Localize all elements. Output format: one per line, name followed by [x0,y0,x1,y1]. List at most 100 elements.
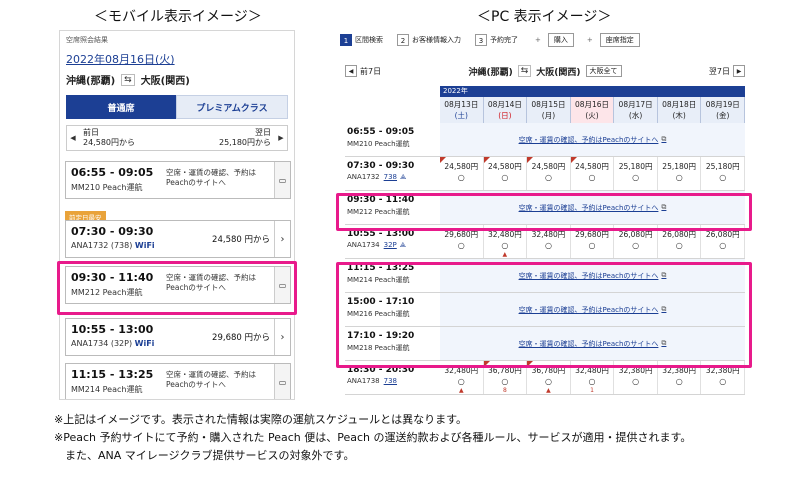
next-week-button[interactable]: 翌7日 ▶ [709,65,745,77]
external-link-icon[interactable]: ▭ [274,162,290,198]
fare-cell[interactable]: 32,480円 ○ ▲ [484,225,528,258]
flight-time: 18:30 - 20:30 [347,365,415,375]
discount-flag-icon [527,361,534,367]
fare-cell[interactable]: 32,380円 ○ [658,361,702,394]
plus-sign: + [535,36,541,44]
fare-cell[interactable]: 26,080円 ○ [701,225,746,258]
tab-premium[interactable]: プレミアムクラス [176,95,288,119]
flight-row: 15:00 - 17:10 MM216 Peach運航 空席・運賃の確認、予約はPe… [345,293,745,327]
external-link-icon: ⧉ [661,305,667,313]
fare-price: 36,780円 [531,366,566,375]
discount-flag-icon [570,157,577,163]
aircraft-link[interactable]: 32P [384,241,397,249]
fare-price: 25,180円 [662,162,697,171]
external-link-icon[interactable]: ▭ [274,267,290,303]
fare-price: 29,680円 [575,230,609,239]
swap-icon[interactable]: ⇆ [517,65,532,77]
mobile-destination: 大阪(関西) [140,76,190,87]
date-header-cell[interactable]: 08月13日 (土) [440,97,484,123]
availability-icon: ○ [501,241,509,250]
chevron-right-icon[interactable]: › [274,319,290,355]
mobile-date-link[interactable]: 2022年08月16日(火) [66,51,288,67]
flight-card[interactable]: 06:55 - 09:05 MM210 Peach運航 空席・運賃の確認、予約は… [65,161,291,199]
date-header-cell[interactable]: 08月17日 (水) [614,97,658,123]
fare-cell[interactable]: 25,180円 ○ [658,157,702,190]
seat-remaining: 1 [590,387,594,394]
fare-cell[interactable]: 24,580円 ○ [527,157,571,190]
peach-link[interactable]: 空席・運賃の確認、予約はPeachのサイトへ ⧉ [440,327,745,360]
flight-row-header: 17:10 - 19:20 MM218 Peach運航 [345,327,440,360]
aircraft-link[interactable]: 738 [384,173,397,181]
date-header-cell[interactable]: 08月14日 (日) [483,97,528,123]
availability-icon: ○ [501,377,509,386]
fare-price: 29,680円 [444,230,479,239]
year-bar: 2022年 [440,86,745,97]
flight-number: MM210 Peach運航 [347,140,410,148]
fare-cell[interactable]: 32,480円 ○ [527,225,571,258]
flight-time: 17:10 - 19:20 [347,331,415,341]
flight-card[interactable]: 07:30 - 09:30 ANA1732 (738) WiFi 24,580 … [65,220,291,258]
availability-icon: ○ [544,377,552,386]
peach-link[interactable]: 空席・運賃の確認、予約はPeachのサイトへ ⧉ [440,259,745,292]
peach-link[interactable]: 空席・運賃の確認、予約はPeachのサイトへ ⧉ [440,123,745,156]
availability-icon: ○ [588,241,596,250]
mobile-screen: 空席照会結果 2022年08月16日(火) 沖縄(那覇) ⇆ 大阪(関西) 普通… [59,30,295,400]
chevron-right-icon[interactable]: › [274,221,290,257]
flight-card[interactable]: 10:55 - 13:00 ANA1734 (32P) WiFi 29,680 … [65,318,291,356]
fare-cell[interactable]: 32,380円 ○ [614,361,658,394]
external-link-icon[interactable]: ▭ [274,364,290,399]
availability-icon: ○ [719,241,727,250]
date-label: 08月16日 [574,100,610,109]
prev-day-button[interactable]: 前日 24,580円から [79,128,177,147]
mobile-subtitle: 空席照会結果 [66,36,108,44]
step-seat: 座席指定 [599,33,640,47]
discount-flag-icon [527,157,534,163]
fare-cell[interactable]: 36,780円 ○ ▲ [527,361,571,394]
weekday-label: (月) [541,111,556,120]
fare-cell[interactable]: 36,780円 ○ 8 [483,361,528,394]
swap-icon[interactable]: ⇆ [121,73,135,86]
fare-cell[interactable]: 32,380円 ○ [701,361,746,394]
aircraft-link[interactable]: 738 [384,377,397,385]
fare-cell[interactable]: 25,180円 ○ [614,157,658,190]
date-header-cell[interactable]: 08月16日 (火) [570,97,615,123]
fare-cell[interactable]: 29,680円 ○ [571,225,615,258]
fare-cell[interactable]: 26,080円 ○ [658,225,702,258]
prev-week-button[interactable]: ◀ 前7日 [345,65,381,77]
fare-cell[interactable]: 24,580円 ○ [483,157,528,190]
date-header-cell[interactable]: 08月18日 (木) [657,97,702,123]
week-nav: ◀ 前7日 沖縄(那覇) ⇆ 大阪(関西) 大阪全て 翌7日 ▶ [345,63,745,79]
fare-price: 24,580円 [575,162,609,171]
destination-all-button[interactable]: 大阪全て [585,65,622,77]
flight-time: 06:55 - 09:05 [347,127,415,137]
next-day-arrow-icon[interactable]: ▶ [275,126,287,150]
mobile-route: 沖縄(那覇) ⇆ 大阪(関西) [66,72,288,87]
weekday-label: (火) [585,111,599,120]
fare-cell[interactable]: 24,580円 ○ [570,157,615,190]
footnote: ※Peach 予約サイトにて予約・購入された Peach 便は、Peach の運… [54,431,692,444]
fare-cell[interactable]: 32,480円 ○ 1 [571,361,615,394]
date-label: 08月17日 [618,100,653,109]
date-header-cell[interactable]: 08月19日 (金) [701,97,746,123]
date-header-cell[interactable]: 08月15日 (月) [527,97,571,123]
fare-cell[interactable]: 25,180円 ○ [701,157,746,190]
fare-cell[interactable]: 29,680円 ○ [440,225,484,258]
flight-row-header: 06:55 - 09:05 MM210 Peach運航 [345,123,440,156]
fare-cell[interactable]: 32,480円 ○ ▲ [440,361,484,394]
peach-link[interactable]: 空席・運賃の確認、予約はPeachのサイトへ ⧉ [440,293,745,326]
peach-link[interactable]: 空席・運賃の確認、予約はPeachのサイトへ ⧉ [440,191,745,224]
tab-economy[interactable]: 普通席 [66,95,176,119]
flight-time: 10:55 - 13:00 [347,229,415,239]
wifi-icon: WiFi [134,339,155,348]
wifi-icon: WiFi [134,241,155,250]
next-day-button[interactable]: 翌日 25,180円から [177,128,275,147]
flight-card[interactable]: 09:30 - 11:40 MM212 Peach運航 空席・運賃の確認、予約は… [65,266,291,304]
pc-origin: 沖縄(那覇) [468,67,513,78]
prev-day-arrow-icon[interactable]: ◀ [67,126,79,150]
fare-cell[interactable]: 24,580円 ○ [440,157,484,190]
mobile-origin: 沖縄(那覇) [66,76,116,87]
flight-card[interactable]: 11:15 - 13:25 MM214 Peach運航 空席・運賃の確認、予約は… [65,363,291,399]
fare-cell[interactable]: 26,080円 ○ [614,225,658,258]
fare-price: 26,080円 [618,230,653,239]
availability-icon: ○ [675,173,683,182]
